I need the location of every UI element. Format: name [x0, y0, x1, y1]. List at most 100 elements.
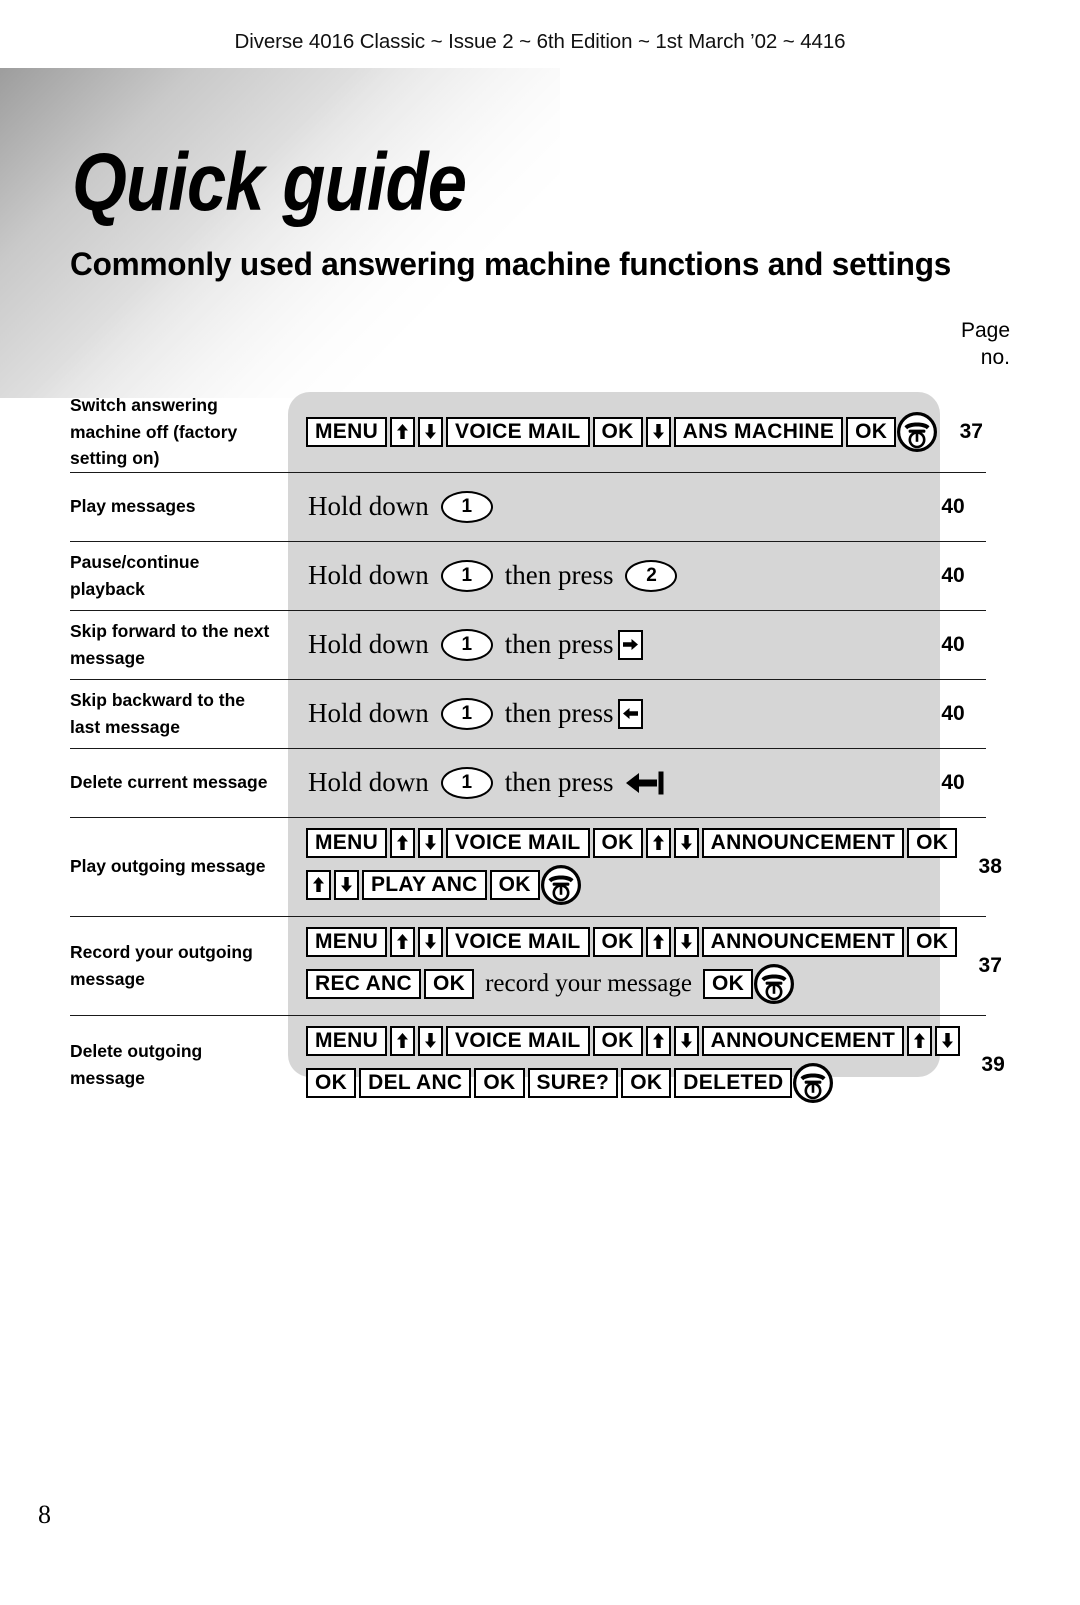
row-key-sequence: Hold down 1 — [288, 473, 920, 541]
row-key-sequence: Hold down 1 then press — [288, 680, 920, 748]
arrow-right-icon[interactable] — [618, 629, 644, 660]
arrow-down-icon[interactable] — [334, 869, 359, 900]
key-cap-menu[interactable]: MENU — [306, 827, 388, 858]
row-page-number: 40 — [941, 563, 965, 587]
arrow-up-icon[interactable] — [390, 1025, 416, 1056]
row-key-sequence: MENU VOICE MAIL OK ANNOUNCEMENT OK DEL ANC OK S… — [288, 1016, 961, 1114]
table-row: Skip backward to the last message Hold do… — [70, 680, 986, 749]
key-cap-sure[interactable]: SURE? — [527, 1067, 619, 1098]
key-cap-voice-mail[interactable]: VOICE MAIL — [446, 416, 590, 447]
key-cap-ans-machine[interactable]: ANS MACHINE — [673, 416, 844, 447]
row-function-label: Switch answering machine off (factory se… — [70, 395, 238, 469]
instruction-text: then press — [504, 698, 614, 729]
arrow-up-icon[interactable] — [306, 869, 331, 900]
arrow-up-icon[interactable] — [645, 926, 671, 957]
arrow-down-icon[interactable] — [418, 926, 444, 957]
phone-hangup-icon[interactable] — [540, 864, 582, 906]
arrow-down-icon[interactable] — [418, 416, 444, 447]
table-row: Delete outgoing message MENU VOICE MAIL OK A… — [70, 1016, 1005, 1114]
key-cap-del-anc[interactable]: DEL ANC — [359, 1067, 472, 1098]
phone-hangup-icon[interactable] — [792, 1062, 834, 1104]
page-title: Quick guide — [72, 137, 467, 228]
key-cap-ok[interactable]: OK — [592, 827, 643, 858]
key-cap-deleted[interactable]: DELETED — [674, 1067, 793, 1098]
key-cap-ok[interactable]: OK — [907, 827, 958, 858]
row-function-label: Delete current message — [70, 772, 268, 793]
row-function-label: Record your outgoing message — [70, 942, 253, 989]
page-number-column-header: Page no. — [890, 318, 1010, 372]
arrow-down-icon[interactable] — [673, 827, 699, 858]
key-cap-ok[interactable]: OK — [592, 926, 643, 957]
instruction-text: Hold down — [308, 629, 429, 660]
row-page-number: 37 — [978, 953, 1002, 977]
arrow-down-icon[interactable] — [645, 416, 671, 447]
key-sequence-line: MENU VOICE MAIL OK ANS MACHINE OK — [306, 411, 938, 453]
arrow-left-icon[interactable] — [618, 698, 644, 729]
key-cap-ok[interactable]: OK — [907, 926, 958, 957]
instruction-text: Hold down — [308, 698, 429, 729]
arrow-down-icon[interactable] — [418, 1025, 444, 1056]
key-cap-voice-mail[interactable]: VOICE MAIL — [446, 827, 590, 858]
key-sequence-line: Hold down 1 then press — [306, 766, 920, 799]
number-key-1[interactable]: 1 — [440, 628, 493, 661]
row-key-sequence: Hold down 1 then press — [288, 611, 920, 679]
instruction-text: then press — [504, 767, 614, 798]
row-page-number: 40 — [941, 494, 965, 518]
key-sequence-line: MENU VOICE MAIL OK ANNOUNCEMENT OK — [306, 827, 958, 858]
key-cap-menu[interactable]: MENU — [306, 1025, 388, 1056]
row-page-number: 39 — [981, 1052, 1005, 1076]
row-key-sequence: Hold down 1 then press 2 — [288, 542, 920, 610]
row-key-sequence: Hold down 1 then press — [288, 749, 920, 817]
arrow-up-icon[interactable] — [390, 827, 416, 858]
key-cap-announcement[interactable]: ANNOUNCEMENT — [701, 827, 905, 858]
key-cap-menu[interactable]: MENU — [306, 416, 388, 447]
arrow-up-icon[interactable] — [390, 416, 416, 447]
key-cap-play-anc[interactable]: PLAY ANC — [362, 869, 487, 900]
phone-hangup-icon[interactable] — [753, 963, 795, 1005]
instruction-text: then press — [504, 560, 614, 591]
table-row: Delete current message Hold down 1 then pre… — [70, 749, 986, 818]
arrow-up-icon[interactable] — [907, 1025, 933, 1056]
running-head: Diverse 4016 Classic ~ Issue 2 ~ 6th Edi… — [234, 30, 846, 53]
number-key-1[interactable]: 1 — [440, 559, 493, 592]
page-column-header-line1: Page — [960, 319, 1010, 342]
number-key-1[interactable]: 1 — [440, 766, 493, 799]
key-cap-announcement[interactable]: ANNOUNCEMENT — [701, 1025, 905, 1056]
instruction-text: Hold down — [308, 491, 429, 522]
key-cap-ok[interactable]: OK — [621, 1067, 672, 1098]
key-cap-ok[interactable]: OK — [424, 968, 475, 999]
key-cap-ok[interactable]: OK — [489, 869, 540, 900]
key-cap-voice-mail[interactable]: VOICE MAIL — [446, 1025, 590, 1056]
arrow-up-icon[interactable] — [390, 926, 416, 957]
delete-arrow-icon[interactable] — [624, 770, 668, 796]
number-key-1[interactable]: 1 — [440, 490, 493, 523]
key-cap-menu[interactable]: MENU — [306, 926, 388, 957]
key-cap-ok[interactable]: OK — [592, 416, 643, 447]
table-row: Play outgoing message MENU VOICE MAIL OK ANN… — [70, 818, 1002, 917]
arrow-down-icon[interactable] — [418, 827, 444, 858]
row-page-number: 40 — [941, 632, 965, 656]
arrow-up-icon[interactable] — [645, 1025, 671, 1056]
key-cap-announcement[interactable]: ANNOUNCEMENT — [701, 926, 905, 957]
instruction-text: record your message — [485, 970, 692, 998]
key-cap-rec-anc[interactable]: REC ANC — [306, 968, 421, 999]
phone-hangup-icon[interactable] — [896, 411, 938, 453]
number-key-1[interactable]: 1 — [440, 697, 493, 730]
key-cap-ok[interactable]: OK — [474, 1067, 525, 1098]
table-row: Record your outgoing message MENU VOICE MA… — [70, 917, 1002, 1016]
row-function-label: Play messages — [70, 496, 196, 517]
key-cap-ok[interactable]: OK — [306, 1067, 357, 1098]
key-sequence-line: Hold down 1 — [306, 490, 920, 523]
key-sequence-line: OK DEL ANC OK SURE? OK DELETED — [306, 1062, 960, 1104]
key-cap-voice-mail[interactable]: VOICE MAIL — [446, 926, 590, 957]
row-page-number: 37 — [959, 419, 983, 443]
row-function-label: Delete outgoing message — [70, 1041, 203, 1088]
arrow-down-icon[interactable] — [673, 926, 699, 957]
key-cap-ok[interactable]: OK — [702, 968, 754, 999]
key-cap-ok[interactable]: OK — [846, 416, 897, 447]
number-key-2[interactable]: 2 — [625, 559, 678, 592]
arrow-up-icon[interactable] — [645, 827, 671, 858]
arrow-down-icon[interactable] — [673, 1025, 699, 1056]
arrow-down-icon[interactable] — [935, 1025, 961, 1056]
key-cap-ok[interactable]: OK — [592, 1025, 643, 1056]
